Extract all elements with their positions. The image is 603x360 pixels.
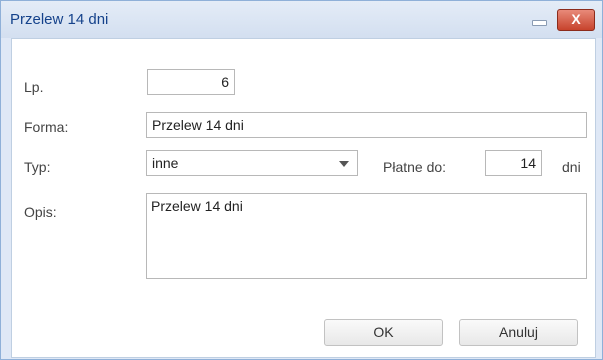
cancel-button[interactable]: Anuluj (459, 319, 578, 346)
typ-select-value: inne (152, 155, 179, 171)
opis-label: Opis: (24, 204, 57, 220)
dialog-title: Przelew 14 dni (10, 11, 109, 28)
title-bar[interactable]: Przelew 14 dni X (1, 1, 602, 38)
lp-input[interactable]: 6 (147, 69, 235, 95)
dialog-window: Przelew 14 dni X Lp. 6 Forma: Przelew 14… (0, 0, 603, 360)
chevron-down-icon[interactable] (339, 161, 349, 167)
platne-do-label: Płatne do: (383, 159, 447, 175)
forma-input[interactable]: Przelew 14 dni (146, 112, 587, 138)
lp-label: Lp. (24, 79, 44, 95)
forma-label: Forma: (24, 119, 69, 135)
dialog-body: Lp. 6 Forma: Przelew 14 dni Typ: inne Pł… (11, 38, 596, 358)
platne-do-unit: dni (562, 159, 581, 175)
ok-button[interactable]: OK (324, 319, 443, 346)
typ-select[interactable]: inne (146, 150, 358, 176)
opis-textarea[interactable]: Przelew 14 dni (146, 193, 587, 279)
close-icon[interactable]: X (557, 9, 595, 31)
minimize-icon[interactable] (531, 12, 547, 28)
platne-do-input[interactable]: 14 (485, 150, 542, 176)
typ-label: Typ: (24, 159, 51, 175)
